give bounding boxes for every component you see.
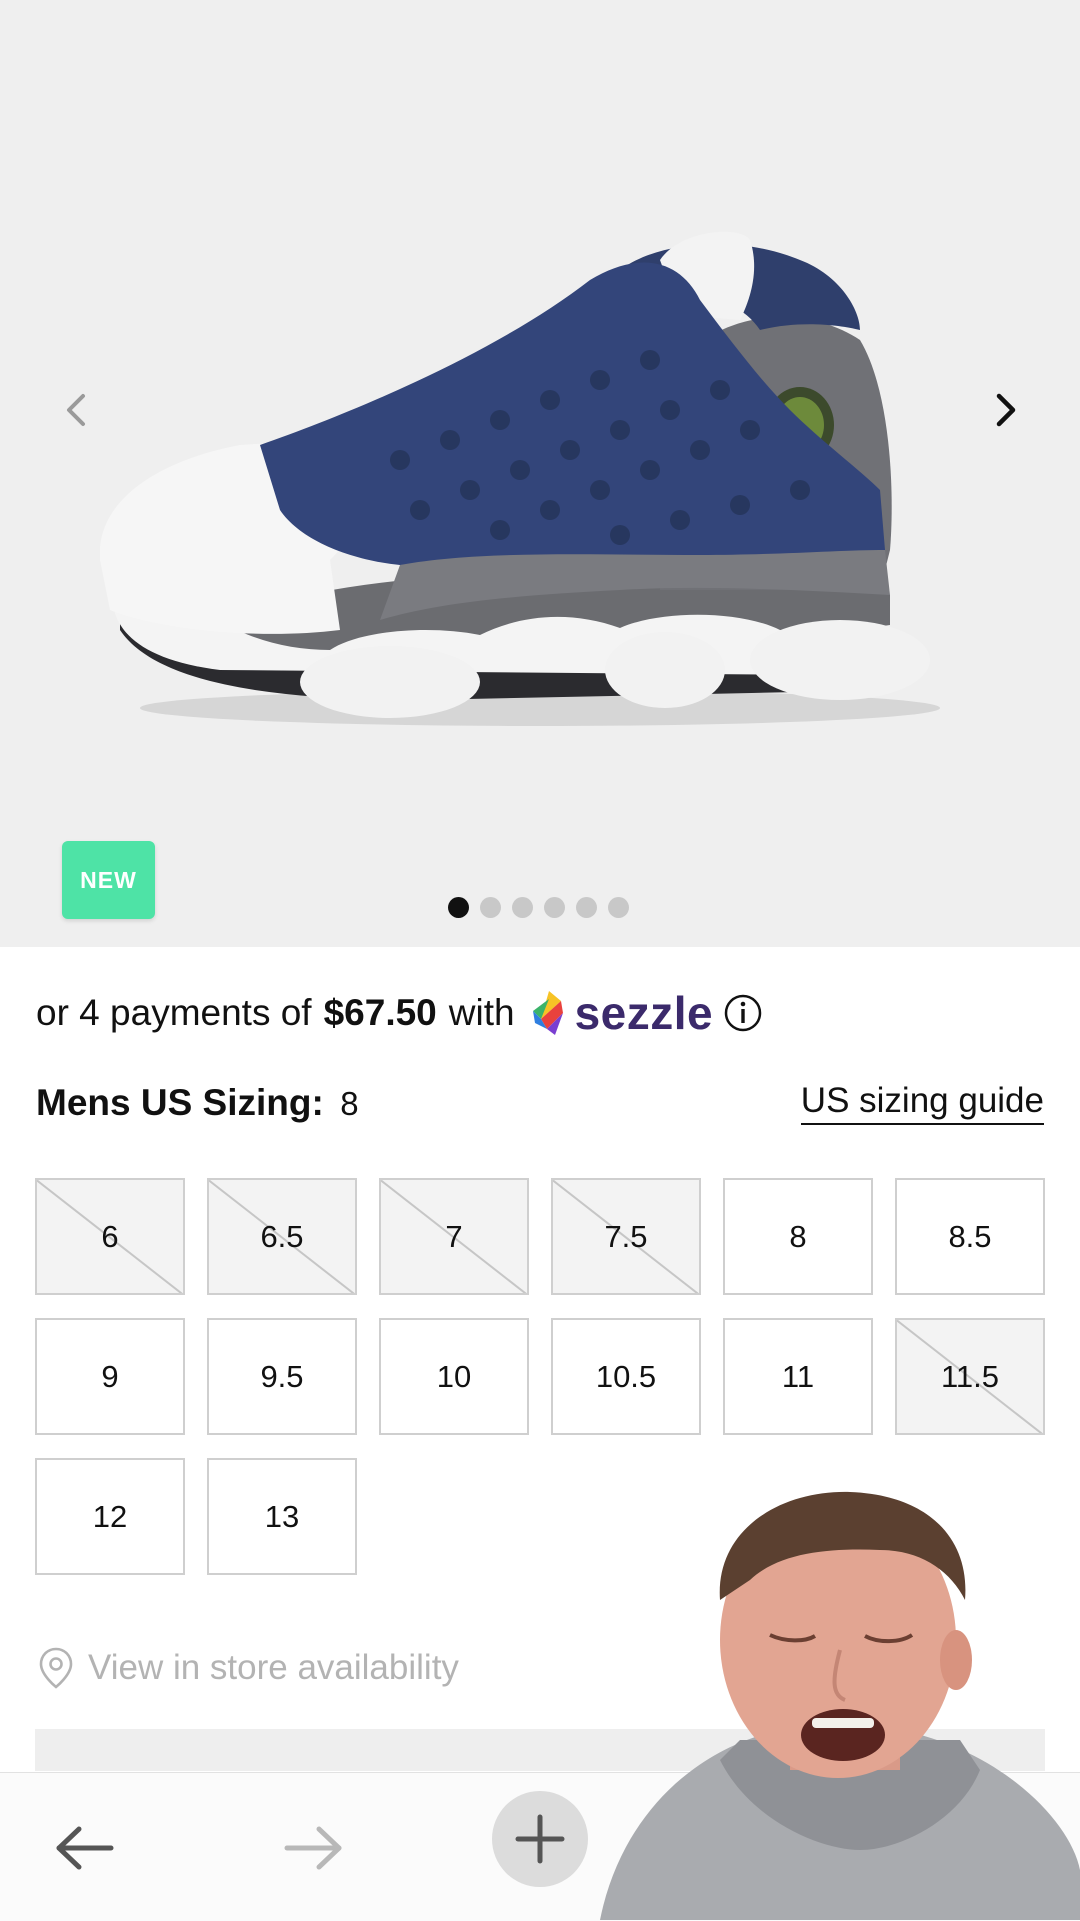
- product-shoe-image: [100, 231, 940, 726]
- installment-payments: or 4 payments of $67.50 with sezzle: [36, 986, 763, 1040]
- info-icon[interactable]: [723, 993, 763, 1033]
- size-option-label: 6: [101, 1218, 119, 1254]
- sezzle-wordmark: sezzle: [574, 987, 714, 1039]
- size-title: Mens US Sizing:: [36, 1082, 324, 1123]
- size-option-label: 10: [436, 1358, 472, 1394]
- size-option[interactable]: 8.5: [895, 1178, 1045, 1295]
- carousel-prev-button[interactable]: [46, 380, 106, 440]
- payments-middle: with: [448, 992, 515, 1033]
- forward-button[interactable]: [268, 1803, 358, 1893]
- size-option[interactable]: 10.5: [551, 1318, 701, 1435]
- size-option-label: 10.5: [595, 1358, 657, 1394]
- arrow-left-icon: [56, 1826, 114, 1870]
- size-option[interactable]: 13: [207, 1458, 357, 1575]
- chevron-right-icon: [996, 393, 1016, 427]
- carousel-dot[interactable]: [448, 896, 469, 918]
- size-option-label: 13: [264, 1498, 300, 1534]
- new-tab-button[interactable]: [492, 1791, 588, 1887]
- carousel-dot[interactable]: [576, 896, 597, 918]
- carousel-next-button[interactable]: [976, 380, 1036, 440]
- size-option-label: 9.5: [260, 1358, 304, 1394]
- carousel-dot[interactable]: [480, 896, 501, 918]
- size-guide-link[interactable]: US sizing guide: [800, 1081, 1044, 1125]
- sezzle-mark-icon: [532, 991, 563, 1035]
- store-availability-link[interactable]: View in store availability: [38, 1644, 459, 1692]
- size-option[interactable]: 8: [723, 1178, 873, 1295]
- size-title-group: Mens US Sizing: 8: [36, 1082, 359, 1124]
- chevron-left-icon: [67, 394, 85, 426]
- size-option-label: 9: [101, 1358, 119, 1394]
- payments-amount: $67.50: [323, 992, 437, 1033]
- size-option-soldout[interactable]: 6.5: [207, 1178, 357, 1295]
- size-option[interactable]: 11: [723, 1318, 873, 1435]
- size-option-label: 8.5: [948, 1218, 992, 1254]
- size-option-label: 11.5: [940, 1358, 1000, 1394]
- size-option-label: 8: [789, 1218, 807, 1254]
- carousel-pagination[interactable]: [448, 896, 629, 918]
- product-image-carousel[interactable]: NEW: [0, 0, 1080, 947]
- carousel-dot[interactable]: [512, 896, 533, 918]
- sezzle-logo: sezzle: [527, 986, 714, 1040]
- store-availability-label: View in store availability: [88, 1648, 459, 1687]
- size-option-soldout[interactable]: 11.5: [895, 1318, 1045, 1435]
- size-header: Mens US Sizing: 8 US sizing guide: [36, 1078, 1044, 1128]
- size-option-soldout[interactable]: 6: [35, 1178, 185, 1295]
- carousel-dot[interactable]: [544, 896, 565, 918]
- new-badge: NEW: [62, 841, 155, 919]
- size-option-soldout[interactable]: 7: [379, 1178, 529, 1295]
- size-option[interactable]: 12: [35, 1458, 185, 1575]
- size-option-soldout[interactable]: 7.5: [551, 1178, 701, 1295]
- plus-icon: [515, 1814, 565, 1864]
- size-option-label: 11: [781, 1358, 815, 1394]
- size-option[interactable]: 10: [379, 1318, 529, 1435]
- size-option[interactable]: 9.5: [207, 1318, 357, 1435]
- size-option[interactable]: 9: [35, 1318, 185, 1435]
- location-pin-icon: [39, 1647, 73, 1689]
- back-button[interactable]: [40, 1803, 130, 1893]
- presenter-video-overlay: [600, 1491, 1080, 1920]
- carousel-dot[interactable]: [608, 896, 629, 918]
- size-option-label: 12: [92, 1498, 128, 1534]
- size-option-label: 6.5: [260, 1218, 304, 1254]
- arrow-right-icon: [284, 1826, 342, 1870]
- payments-prefix: or 4 payments of: [36, 992, 312, 1033]
- size-option-label: 7.5: [604, 1218, 648, 1254]
- selected-size: 8: [340, 1085, 359, 1122]
- size-option-label: 7: [445, 1218, 463, 1254]
